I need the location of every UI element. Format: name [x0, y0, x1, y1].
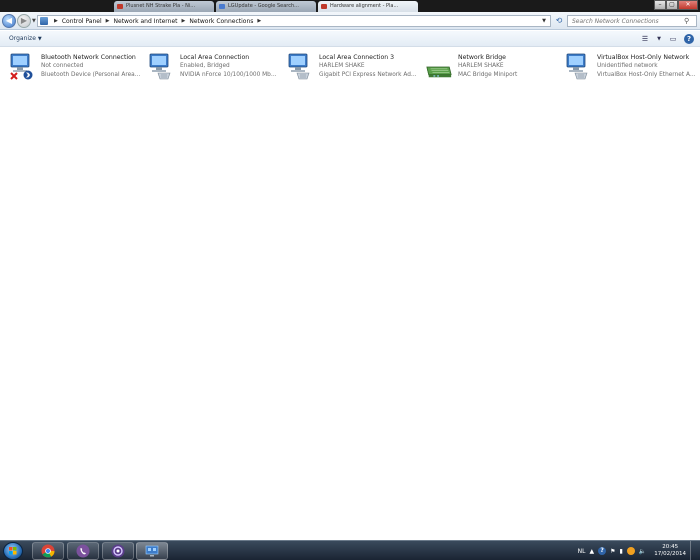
show-desktop-button[interactable]	[690, 541, 696, 560]
change-view-icon[interactable]: ☰	[640, 34, 650, 44]
minimize-button[interactable]: –	[654, 0, 666, 10]
connection-details: Local Area Connection Enabled, Bridged N…	[180, 53, 280, 80]
connection-name: Local Area Connection 3	[319, 54, 395, 61]
organize-label: Organize	[9, 35, 36, 42]
clock[interactable]: 20:45 17/02/2014	[654, 544, 686, 558]
connection-name: Local Area Connection	[180, 54, 250, 61]
connection-status: Not connected	[41, 63, 84, 69]
tab-favicon-icon	[219, 4, 225, 9]
connection-details: Network Bridge HARLEM SHAKE MAC Bridge M…	[458, 53, 558, 80]
connection-device: VirtualBox Host-Only Ethernet Ad...	[597, 72, 697, 78]
refresh-button[interactable]: ⟲	[553, 15, 565, 27]
chevron-right-icon[interactable]: ▶	[106, 18, 110, 24]
volume-icon[interactable]: 🔈	[639, 548, 646, 555]
taskbar: NL ▲ ? ⚑ ▮ 🔈 20:45 17/02/2014	[0, 540, 700, 560]
browser-tab-strip: Plusnet NH Strake Pla - Ni... LGUpdate -…	[0, 0, 700, 12]
viber-icon	[76, 544, 90, 558]
preview-pane-icon[interactable]: ▭	[668, 34, 678, 44]
help-tray-icon[interactable]: ?	[598, 547, 607, 555]
chevron-down-icon[interactable]: ▼	[542, 18, 546, 24]
address-bar: ◀ ▶ ▼ ▶ Control Panel ▶ Network and Inte…	[0, 12, 700, 30]
connection-status: Enabled, Bridged	[180, 63, 230, 69]
explorer-window: Plusnet NH Strake Pla - Ni... LGUpdate -…	[0, 0, 700, 560]
connection-device: NVIDIA nForce 10/100/1000 Mbps...	[180, 72, 280, 78]
update-tray-icon[interactable]	[626, 547, 635, 555]
tab-favicon-icon	[117, 4, 123, 9]
connection-name: Bluetooth Network Connection	[41, 54, 136, 61]
network-adapter-icon	[149, 53, 171, 80]
connection-local-area-3[interactable]: Local Area Connection 3 HARLEM SHAKE Gig…	[281, 53, 420, 83]
taskbar-app-viber[interactable]	[67, 542, 99, 560]
connection-name: Network Bridge	[458, 54, 506, 61]
chevron-down-icon[interactable]: ▼	[656, 34, 662, 44]
taskbar-app-chrome[interactable]	[32, 542, 64, 560]
tab-favicon-icon	[321, 4, 327, 9]
torrent-client-icon	[111, 544, 125, 558]
clock-date: 17/02/2014	[654, 551, 686, 557]
windows-logo-icon	[9, 547, 17, 555]
chevron-right-icon[interactable]: ▶	[54, 18, 58, 24]
network-adapter-icon	[288, 53, 310, 80]
browser-tab[interactable]: LGUpdate - Google Search...	[216, 1, 316, 12]
network-adapter-disconnected-bluetooth-icon	[10, 53, 33, 80]
arrow-left-icon: ◀	[5, 16, 13, 25]
show-hidden-icons-icon[interactable]: ▲	[589, 548, 594, 555]
back-button[interactable]: ◀	[2, 14, 16, 28]
forward-button[interactable]: ▶	[17, 14, 31, 28]
breadcrumb-network-and-internet[interactable]: Network and Internet	[114, 18, 178, 25]
connections-list: Bluetooth Network Connection Not connect…	[0, 47, 700, 540]
browser-tab[interactable]: Plusnet NH Strake Pla - Ni...	[114, 1, 214, 12]
connection-bluetooth[interactable]: Bluetooth Network Connection Not connect…	[3, 53, 142, 83]
arrow-right-icon: ▶	[20, 16, 28, 25]
breadcrumb-network-connections[interactable]: Network Connections	[189, 18, 253, 25]
breadcrumb-control-panel[interactable]: Control Panel	[62, 18, 102, 25]
network-status-icon[interactable]: ⚑	[610, 548, 615, 555]
connection-status: HARLEM SHAKE	[458, 63, 504, 69]
connection-status: HARLEM SHAKE	[319, 63, 365, 69]
help-icon[interactable]: ?	[684, 34, 694, 44]
network-connections-icon	[145, 545, 159, 557]
connection-network-bridge[interactable]: Network Bridge HARLEM SHAKE MAC Bridge M…	[420, 53, 559, 83]
chevron-down-icon: ▼	[32, 18, 36, 24]
chevron-down-icon: ▼	[37, 36, 42, 42]
connection-details: VirtualBox Host-Only Network Unidentifie…	[597, 53, 697, 80]
command-bar-right: ☰ ▼ ▭ ?	[640, 34, 694, 44]
search-box[interactable]: ⚲	[567, 15, 697, 27]
search-input[interactable]	[572, 17, 684, 25]
connection-details: Bluetooth Network Connection Not connect…	[41, 53, 141, 80]
connection-name: VirtualBox Host-Only Network	[597, 54, 690, 61]
control-panel-icon	[40, 17, 48, 25]
chrome-icon	[41, 544, 55, 558]
connection-virtualbox-host-only[interactable]: VirtualBox Host-Only Network Unidentifie…	[559, 53, 698, 83]
chevron-right-icon[interactable]: ▶	[182, 18, 186, 24]
language-indicator[interactable]: NL	[578, 548, 586, 555]
command-bar: Organize ▼ ☰ ▼ ▭ ?	[0, 31, 700, 47]
window-controls: – ▢ ✕	[654, 0, 698, 10]
taskbar-app-torrent-client[interactable]	[102, 542, 134, 560]
taskbar-app-network-connections[interactable]	[136, 542, 168, 560]
connection-device: Gigabit PCI Express Network Ada...	[319, 72, 419, 78]
refresh-icon: ⟲	[555, 16, 563, 25]
connection-device: MAC Bridge Miniport	[458, 72, 518, 78]
network-bridge-icon	[426, 66, 452, 78]
signal-icon[interactable]: ▮	[620, 548, 623, 555]
connection-details: Local Area Connection 3 HARLEM SHAKE Gig…	[319, 53, 419, 80]
connection-status: Unidentified network	[597, 63, 658, 69]
connection-device: Bluetooth Device (Personal Area ...	[41, 72, 141, 78]
chevron-right-icon[interactable]: ▶	[257, 18, 261, 24]
browser-tab[interactable]: Hardware alignment - Pla...	[318, 1, 418, 12]
network-adapter-icon	[566, 53, 588, 80]
clock-time: 20:45	[662, 544, 679, 550]
close-button[interactable]: ✕	[678, 0, 698, 10]
search-icon[interactable]: ⚲	[684, 17, 689, 25]
organize-button[interactable]: Organize ▼	[9, 35, 42, 42]
connection-local-area[interactable]: Local Area Connection Enabled, Bridged N…	[142, 53, 281, 83]
maximize-button[interactable]: ▢	[666, 0, 678, 10]
start-button[interactable]	[3, 542, 23, 560]
breadcrumb[interactable]: ▶ Control Panel ▶ Network and Internet ▶…	[37, 15, 551, 27]
system-tray: NL ▲ ? ⚑ ▮ 🔈 20:45 17/02/2014	[578, 541, 700, 560]
